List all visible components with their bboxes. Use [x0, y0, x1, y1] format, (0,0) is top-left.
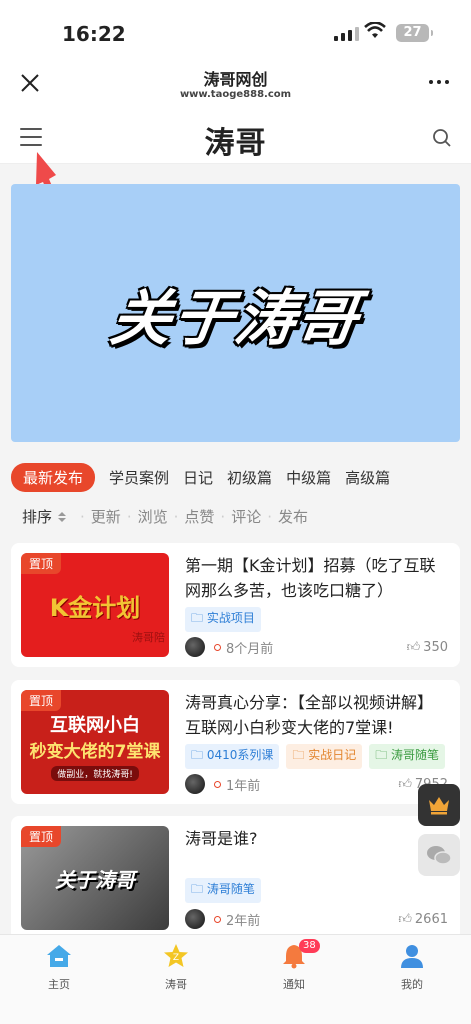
wechat-button[interactable] [418, 834, 460, 876]
tab-home-label: 主页 [48, 978, 70, 991]
battery-icon: 27 [396, 24, 433, 42]
sort-arrows-icon [58, 511, 67, 522]
tab-beginner[interactable]: 初级篇 [227, 463, 272, 492]
avatar[interactable] [185, 909, 205, 929]
tab-notifications-label: 通知 [283, 978, 305, 991]
post-tags: 🗀 0410系列课 🗀 实战日记 🗀 涛哥随笔 [185, 744, 446, 769]
crown-icon [429, 797, 449, 815]
like-count[interactable]: 👍︎ 350 [407, 640, 448, 655]
tab-home[interactable]: 主页 [29, 943, 89, 992]
post-title[interactable]: 涛哥真心分享：【全部以视频讲解】互联网小白秒变大佬的7堂课! [185, 690, 448, 740]
thumbnail-text: K金计划 [49, 593, 141, 622]
thumbs-up-icon: 👍︎ [398, 776, 412, 792]
category-tabs: 最新发布 学员案例 日记 初级篇 中级篇 高级篇 [11, 463, 390, 492]
tab-intermediate[interactable]: 中级篇 [286, 463, 331, 492]
like-count[interactable]: 👍︎ 2661 [398, 912, 448, 927]
thumbnail-text: 关于涛哥 [55, 867, 135, 892]
post-meta: 1年前 👍︎7952 [185, 773, 448, 795]
nav-title: 涛哥网创 [203, 70, 268, 89]
sort-option-published[interactable]: 发布 [278, 506, 308, 527]
more-icon[interactable] [429, 80, 449, 84]
thumbnail-text: 秒变大佬的7堂课 [29, 742, 161, 762]
vip-crown-button[interactable] [418, 784, 460, 826]
sort-option-likes[interactable]: 点赞 [184, 506, 214, 527]
tag[interactable]: 🗀 涛哥随笔 [369, 744, 446, 769]
post-tags: 🗀 涛哥随笔 [185, 878, 261, 903]
thumbs-up-icon: 👍︎ [398, 911, 412, 927]
post-time: 1年前 [226, 778, 261, 794]
post-meta: 8个月前 👍︎ 350 [185, 636, 448, 658]
banner[interactable]: 关于涛哥 [11, 184, 460, 442]
notification-badge: 38 [299, 939, 320, 953]
tag[interactable]: 🗀 实战日记 [286, 744, 363, 769]
post-time: 8个月前 [226, 641, 274, 657]
banner-title: 关于涛哥 [105, 283, 364, 354]
avatar[interactable] [185, 637, 205, 657]
bottom-tab-bar: 主页 Z 涛哥 38 通知 我的 [0, 934, 471, 1024]
tab-me-label: 我的 [401, 978, 423, 991]
post-card[interactable]: 互联网小白 秒变大佬的7堂课 做副业，就找涛哥! 置顶 涛哥真心分享：【全部以视… [11, 680, 460, 804]
post-title[interactable]: 第一期【K金计划】招募（吃了互联网那么多苦，也该吃口糖了） [185, 553, 448, 603]
post-thumbnail[interactable]: 互联网小白 秒变大佬的7堂课 做副业，就找涛哥! 置顶 [21, 690, 169, 794]
post-thumbnail[interactable]: 关于涛哥 置顶 [21, 826, 169, 930]
thumbs-up-icon: 👍︎ [406, 639, 421, 655]
sort-bar: 排序 · 更新 · 浏览 · 点赞 · 评论 · 发布 [22, 506, 308, 527]
post-card[interactable]: K金计划 涛哥陪 置顶 第一期【K金计划】招募（吃了互联网那么多苦，也该吃口糖了… [11, 543, 460, 667]
time-dot-icon [214, 643, 221, 651]
nav-subtitle: www.taoge888.com [179, 89, 292, 100]
wifi-icon [364, 22, 386, 38]
sort-option-updated[interactable]: 更新 [91, 506, 121, 527]
tab-taoge-label: 涛哥 [165, 978, 187, 991]
post-time: 2年前 [226, 913, 261, 929]
wechat-icon [427, 846, 452, 865]
cellular-signal-icon [334, 27, 359, 41]
tab-diary[interactable]: 日记 [183, 463, 213, 492]
thumbnail-watermark: 涛哥陪 [132, 631, 165, 644]
post-card[interactable]: 关于涛哥 置顶 涛哥是谁? 🗀 涛哥随笔 2年前 👍︎ 2661 [11, 816, 460, 940]
status-bar: 16:22 27 [0, 0, 471, 56]
user-icon [401, 945, 423, 968]
time-dot-icon [214, 780, 221, 788]
time-dot-icon [214, 915, 221, 923]
sort-option-comments[interactable]: 评论 [231, 506, 261, 527]
tag[interactable]: 🗀 实战项目 [185, 607, 261, 632]
post-meta: 2年前 👍︎ 2661 [185, 908, 448, 930]
search-icon[interactable] [432, 128, 452, 148]
tab-student-cases[interactable]: 学员案例 [109, 463, 169, 492]
pinned-badge: 置顶 [21, 826, 62, 847]
avatar[interactable] [185, 774, 205, 794]
svg-text:Z: Z [173, 953, 179, 963]
tab-latest[interactable]: 最新发布 [11, 463, 96, 492]
star-icon: Z [164, 944, 188, 967]
home-icon [47, 945, 71, 967]
sort-button[interactable]: 排序 [22, 506, 52, 527]
status-time: 16:22 [62, 22, 126, 46]
post-tags: 🗀 实战项目 [185, 607, 261, 632]
post-title[interactable]: 涛哥是谁? [185, 826, 448, 851]
pinned-badge: 置顶 [21, 553, 62, 574]
tab-advanced[interactable]: 高级篇 [345, 463, 390, 492]
pinned-badge: 置顶 [21, 690, 62, 711]
tag[interactable]: 🗀 涛哥随笔 [185, 878, 261, 903]
post-thumbnail[interactable]: K金计划 涛哥陪 置顶 [21, 553, 169, 657]
tag[interactable]: 🗀 0410系列课 [185, 744, 280, 769]
tab-me[interactable]: 我的 [382, 943, 442, 992]
thumbnail-subtext: 做副业，就找涛哥! [51, 766, 139, 781]
thumbnail-text: 互联网小白 [50, 715, 140, 736]
tab-notifications[interactable]: 38 通知 [264, 939, 324, 992]
tab-taoge[interactable]: Z 涛哥 [146, 943, 206, 992]
sort-option-views[interactable]: 浏览 [138, 506, 168, 527]
